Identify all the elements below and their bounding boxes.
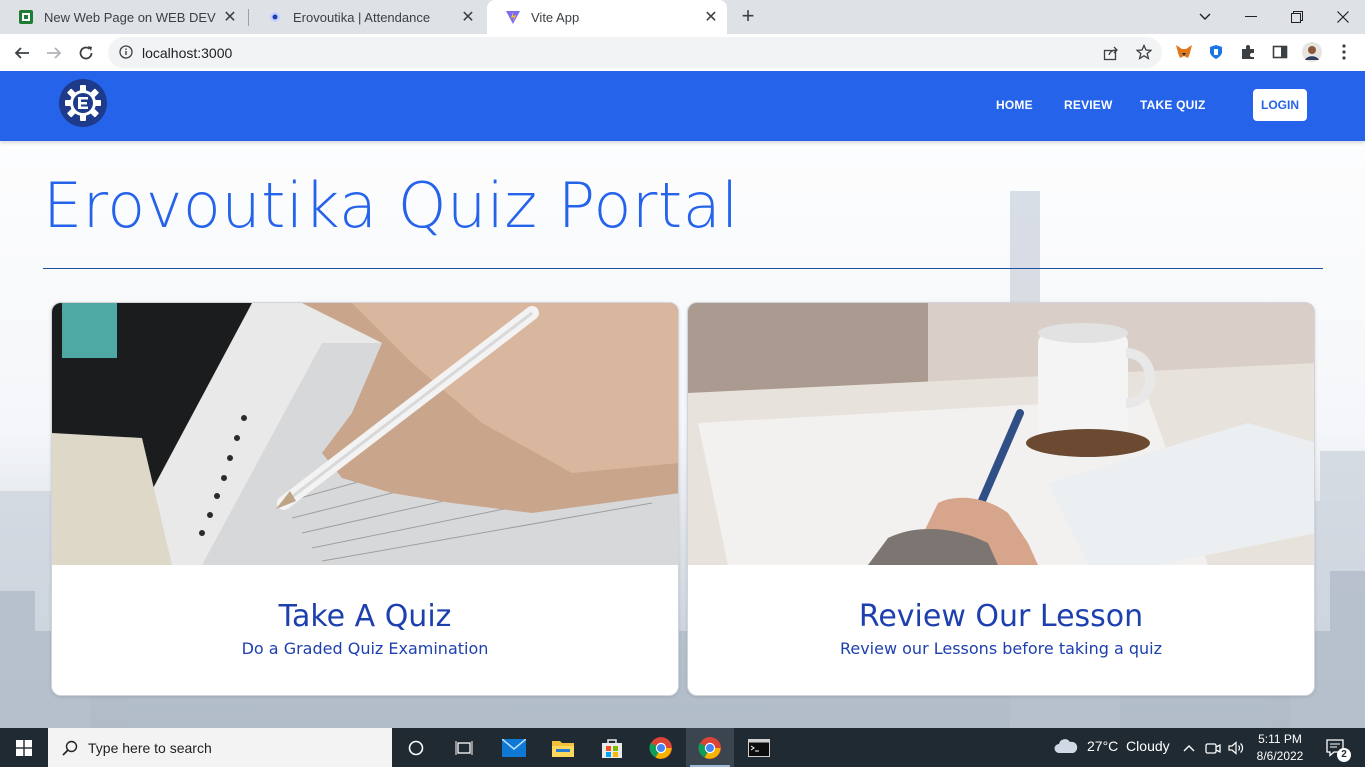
page-viewport: HOME REVIEW TAKE QUIZ LOGIN Erovoutika Q… <box>0 71 1365 728</box>
tab-vite-app[interactable]: Vite App ✕ <box>487 0 727 34</box>
taskbar-search-box[interactable]: Type here to search <box>48 728 392 767</box>
extensions-puzzle-icon[interactable] <box>1238 42 1258 62</box>
nav-take-quiz-link[interactable]: TAKE QUIZ <box>1140 98 1206 112</box>
notification-center-icon[interactable]: 2 <box>1318 728 1354 767</box>
speaker-icon[interactable] <box>1226 728 1246 767</box>
new-tab-button[interactable]: + <box>737 5 759 27</box>
site-logo[interactable] <box>59 79 107 127</box>
task-view-icon[interactable] <box>440 728 488 767</box>
share-icon[interactable] <box>1103 45 1119 61</box>
file-explorer-icon[interactable] <box>539 728 587 767</box>
windows-start-icon[interactable] <box>0 728 48 767</box>
title-divider <box>43 268 1323 269</box>
card-subtitle: Review our Lessons before taking a quiz <box>839 639 1163 658</box>
site-navbar: HOME REVIEW TAKE QUIZ LOGIN <box>0 71 1365 141</box>
green-page-icon <box>19 10 33 24</box>
taskbar-clock[interactable]: 5:11 PM 8/6/2022 <box>1252 731 1308 765</box>
notification-count-badge: 2 <box>1337 748 1351 762</box>
chevron-up-icon[interactable] <box>1180 728 1198 767</box>
tab-web-dev-out[interactable]: New Web Page on WEB DEV OUT ✕ <box>0 0 248 34</box>
clock-time: 5:11 PM <box>1258 732 1302 746</box>
tab-title: Erovoutika | Attendance <box>293 9 431 25</box>
page-title: Erovoutika Quiz Portal <box>43 169 739 242</box>
weather-text: 27°C Cloudy <box>1087 738 1170 754</box>
windows-taskbar: Type here to search 27°C Cloudy 5:11 PM … <box>0 728 1365 767</box>
tab-strip: New Web Page on WEB DEV OUT ✕ Erovoutika… <box>0 0 1365 34</box>
side-panel-icon[interactable] <box>1270 42 1290 62</box>
address-bar[interactable]: localhost:3000 <box>108 37 1162 68</box>
cloud-icon <box>1054 739 1078 753</box>
blue-dot-icon <box>270 12 280 22</box>
card-title: Take A Quiz <box>278 599 452 634</box>
address-url[interactable]: localhost:3000 <box>142 45 232 61</box>
microsoft-store-icon[interactable] <box>588 728 636 767</box>
take-quiz-card[interactable]: Take A Quiz Do a Graded Quiz Examination <box>51 302 679 696</box>
close-tab-icon[interactable]: ✕ <box>701 7 721 27</box>
reload-icon[interactable] <box>73 40 99 66</box>
search-icon <box>62 740 78 756</box>
info-icon[interactable] <box>119 45 133 59</box>
close-tab-icon[interactable]: ✕ <box>220 7 240 27</box>
bookmark-star-icon[interactable] <box>1136 44 1152 60</box>
review-lesson-card[interactable]: Review Our Lesson Review our Lessons bef… <box>687 302 1315 696</box>
card-title: Review Our Lesson <box>858 599 1144 634</box>
forward-arrow-icon[interactable] <box>41 40 67 66</box>
answer-sheet-photo <box>52 303 678 565</box>
close-window-icon[interactable] <box>1320 0 1365 34</box>
search-placeholder: Type here to search <box>88 740 212 756</box>
back-arrow-icon[interactable] <box>9 40 35 66</box>
tab-attendance[interactable]: Erovoutika | Attendance ✕ <box>249 0 486 34</box>
shield-extension-icon[interactable] <box>1206 42 1226 62</box>
nav-home-link[interactable]: HOME <box>996 98 1033 112</box>
browser-toolbar: localhost:3000 <box>0 34 1365 71</box>
cortana-icon[interactable] <box>392 728 440 767</box>
nav-review-link[interactable]: REVIEW <box>1064 98 1113 112</box>
tab-title: New Web Page on WEB DEV OUT <box>44 9 220 25</box>
meet-now-icon[interactable] <box>1203 728 1223 767</box>
minimize-icon[interactable] <box>1228 0 1274 34</box>
weather-widget[interactable]: 27°C Cloudy <box>1054 738 1170 754</box>
gear-logo-icon <box>60 80 106 126</box>
card-subtitle: Do a Graded Quiz Examination <box>241 639 489 658</box>
clock-date: 8/6/2022 <box>1256 749 1304 763</box>
chrome-active-icon[interactable] <box>686 728 734 767</box>
tab-search-chevron-icon[interactable] <box>1182 0 1228 34</box>
browser-menu-icon[interactable] <box>1334 42 1354 62</box>
tab-title: Vite App <box>531 9 580 25</box>
profile-avatar[interactable] <box>1302 42 1322 62</box>
login-button[interactable]: LOGIN <box>1253 89 1307 121</box>
terminal-icon[interactable] <box>735 728 783 767</box>
vite-icon <box>506 11 520 24</box>
metamask-fox-icon[interactable] <box>1174 42 1194 62</box>
chrome-icon[interactable] <box>637 728 685 767</box>
close-tab-icon[interactable]: ✕ <box>458 7 478 27</box>
mail-icon[interactable] <box>490 728 538 767</box>
restore-icon[interactable] <box>1274 0 1320 34</box>
writing-desk-photo <box>688 303 1314 565</box>
